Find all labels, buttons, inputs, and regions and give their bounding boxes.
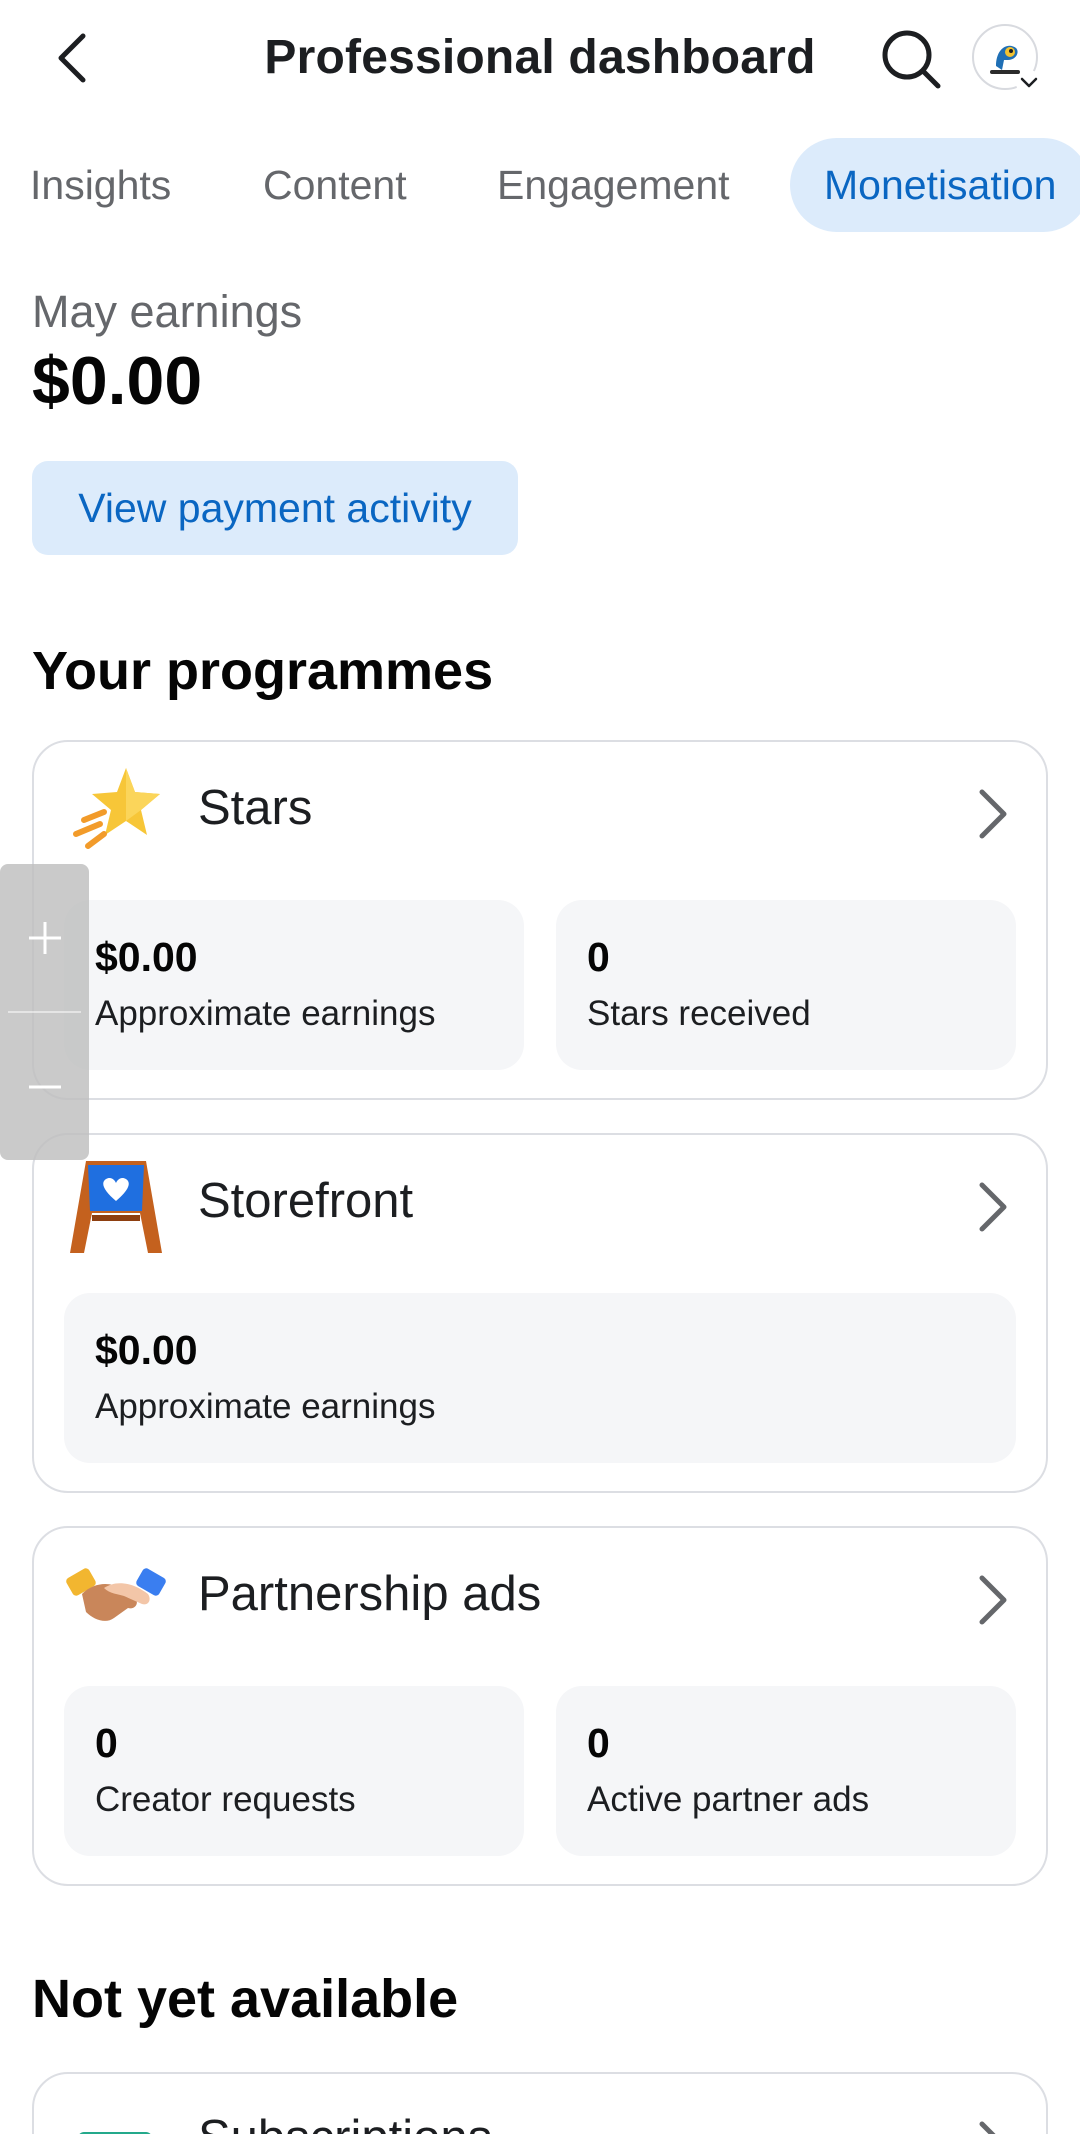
partnership-ads-title: Partnership ads <box>198 1567 542 1621</box>
search-button[interactable] <box>876 24 946 94</box>
star-icon <box>73 768 160 849</box>
tab-monetisation[interactable]: Monetisation <box>790 138 1080 232</box>
stat-value: 0 <box>587 934 610 980</box>
storefront-title: Storefront <box>198 1174 414 1228</box>
tab-insights[interactable]: Insights <box>30 138 171 232</box>
header: Professional dashboard <box>0 0 1080 120</box>
storefront-icon <box>70 1161 162 1253</box>
stat-label: Stars received <box>587 994 811 1033</box>
not-available-heading: Not yet available <box>32 1969 459 2029</box>
earnings-label: May earnings <box>32 286 303 337</box>
handshake-icon <box>66 1568 166 1621</box>
stars-earnings-stat: $0.00 Approximate earnings <box>64 900 524 1070</box>
earnings-value: $0.00 <box>32 343 203 419</box>
creator-requests-stat: 0 Creator requests <box>64 1686 524 1856</box>
stars-card[interactable]: Stars $0.00 Approximate earnings 0 Stars… <box>32 740 1048 1100</box>
storefront-card[interactable]: Storefront $0.00 Approximate earnings <box>32 1133 1048 1493</box>
stat-value: $0.00 <box>95 934 198 980</box>
stars-card-header[interactable]: Stars <box>34 742 1046 894</box>
subscriptions-card-header[interactable]: Subscriptions <box>34 2074 1046 2134</box>
tab-engagement[interactable]: Engagement <box>497 138 730 232</box>
tab-content[interactable]: Content <box>263 138 407 232</box>
stat-label: Approximate earnings <box>95 1387 436 1426</box>
chevron-right-icon <box>979 1182 1007 1232</box>
zoom-out-button[interactable] <box>0 1013 89 1160</box>
storefront-card-header[interactable]: Storefront <box>34 1135 1046 1287</box>
chevron-down-icon <box>1020 77 1038 88</box>
zoom-control <box>0 864 89 1160</box>
tab-bar: Insights Content Engagement Monetisation <box>0 138 1080 234</box>
active-partner-ads-stat: 0 Active partner ads <box>556 1686 1016 1856</box>
view-payment-activity-button[interactable]: View payment activity <box>32 461 518 555</box>
subscriptions-icon <box>79 2132 151 2134</box>
stars-title: Stars <box>198 781 313 835</box>
stat-label: Active partner ads <box>587 1780 870 1819</box>
plus-icon <box>28 921 61 954</box>
stat-label: Approximate earnings <box>95 994 436 1033</box>
partnership-ads-card[interactable]: Partnership ads 0 Creator requests 0 Act… <box>32 1526 1048 1886</box>
programmes-heading: Your programmes <box>32 641 494 701</box>
chevron-right-icon <box>979 1575 1007 1625</box>
storefront-earnings-stat: $0.00 Approximate earnings <box>64 1293 1016 1463</box>
minus-icon <box>28 1085 61 1088</box>
stat-value: 0 <box>95 1720 118 1766</box>
search-icon <box>882 30 941 89</box>
partnership-ads-card-header[interactable]: Partnership ads <box>34 1528 1046 1680</box>
stat-value: 0 <box>587 1720 610 1766</box>
zoom-in-button[interactable] <box>0 864 89 1011</box>
stars-received-stat: 0 Stars received <box>556 900 1016 1070</box>
subscriptions-title: Subscriptions <box>198 2110 492 2134</box>
account-switcher-button[interactable] <box>1016 70 1042 96</box>
subscriptions-card[interactable]: Subscriptions <box>32 2072 1048 2134</box>
stat-label: Creator requests <box>95 1780 356 1819</box>
chevron-right-icon <box>979 789 1007 839</box>
chevron-right-icon <box>979 2121 996 2134</box>
stat-value: $0.00 <box>95 1327 198 1373</box>
